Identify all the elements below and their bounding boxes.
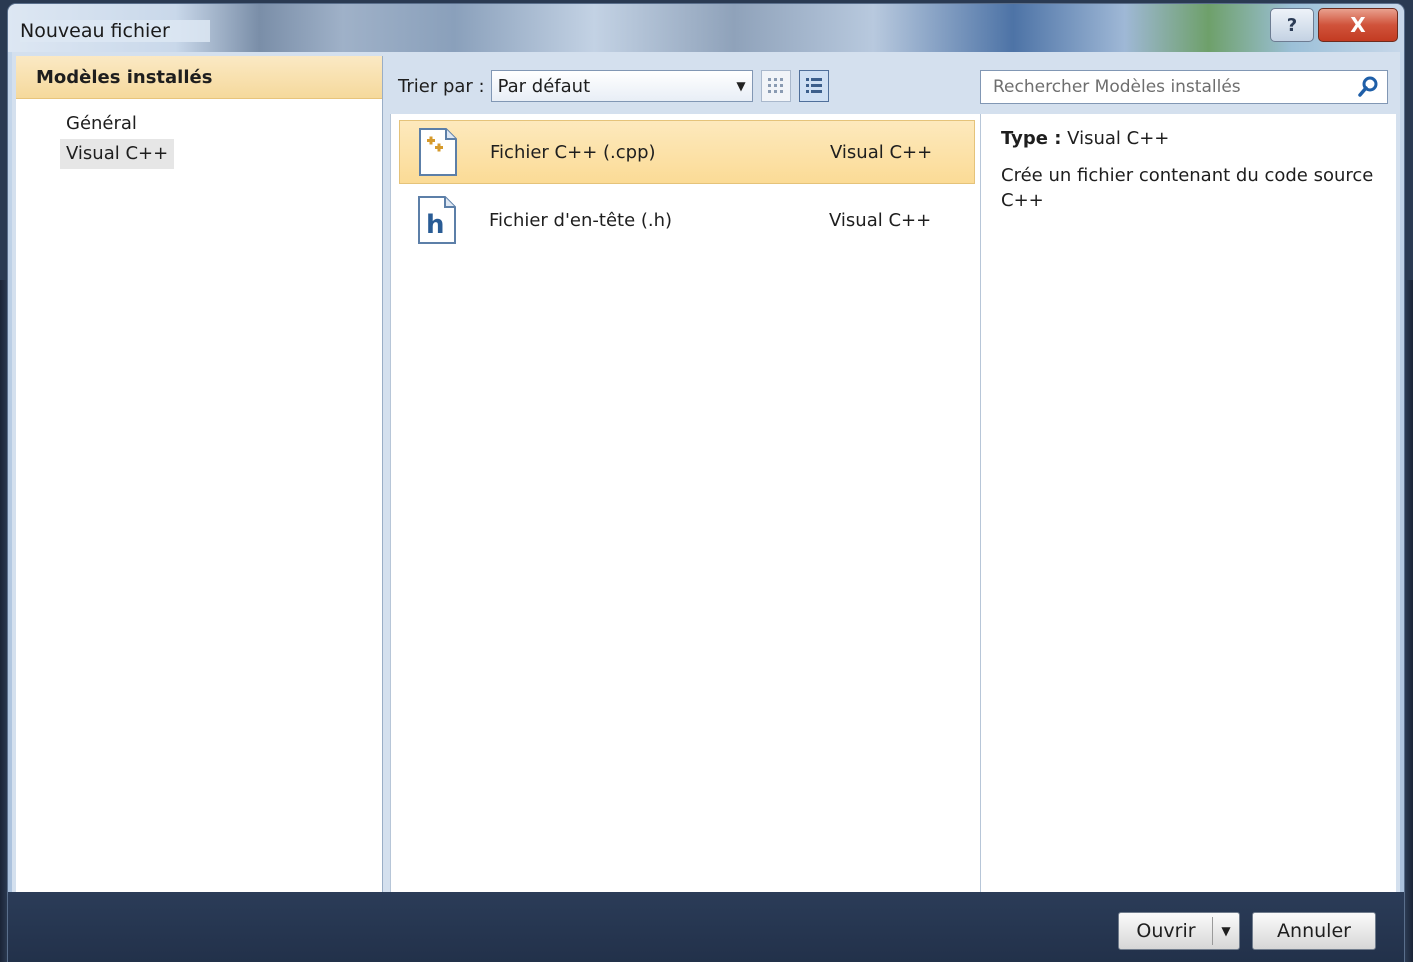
template-language: Visual C++: [829, 209, 932, 231]
template-details: Type : Visual C++ Crée un fichier conten…: [980, 114, 1396, 892]
list-view-icon: [805, 78, 822, 93]
dialog-footer: Ouvrir ▼ Annuler: [8, 892, 1404, 962]
window-title: Nouveau fichier: [20, 20, 210, 42]
small-icons-view-button[interactable]: [760, 70, 791, 102]
type-value: Visual C++: [1067, 128, 1170, 149]
search-icon[interactable]: [1357, 76, 1379, 98]
chevron-down-icon: ▼: [736, 79, 746, 93]
sort-value: Par défaut: [497, 75, 591, 97]
template-row-header[interactable]: h Fichier d'en-tête (.h) Visual C++: [399, 188, 975, 252]
new-file-dialog: Nouveau fichier ? X Modèles installés Gé…: [8, 4, 1404, 962]
type-line: Type : Visual C++: [1001, 128, 1376, 149]
sort-label: Trier par :: [398, 75, 485, 97]
template-description: Crée un fichier contenant du code source…: [1001, 165, 1374, 211]
search-input[interactable]: [991, 76, 1355, 98]
small-icons-view-icon: [767, 78, 783, 93]
open-dropdown-chevron-icon[interactable]: ▼: [1212, 917, 1239, 945]
help-icon: ?: [1286, 14, 1298, 36]
template-name: Fichier d'en-tête (.h): [489, 209, 673, 231]
search-box[interactable]: [980, 70, 1388, 104]
category-tree: Général Visual C++: [16, 99, 382, 169]
tree-item-general[interactable]: Général: [60, 109, 143, 139]
type-label: Type :: [1001, 128, 1062, 149]
close-button[interactable]: X: [1318, 8, 1398, 42]
header-file-icon: h: [417, 195, 457, 245]
sort-dropdown[interactable]: Par défaut ▼: [490, 70, 753, 102]
sort-toolbar: Trier par : Par défaut ▼: [390, 56, 964, 116]
list-view-button[interactable]: [798, 70, 829, 102]
close-icon: X: [1350, 13, 1366, 37]
tree-item-visual-cpp[interactable]: Visual C++: [60, 139, 175, 169]
open-label: Ouvrir: [1136, 920, 1196, 942]
installed-templates-pane: Modèles installés Général Visual C++: [16, 56, 383, 892]
dialog-body: Modèles installés Général Visual C++ Tri…: [12, 52, 1400, 892]
template-name: Fichier C++ (.cpp): [490, 141, 656, 163]
template-language: Visual C++: [830, 141, 933, 163]
open-button[interactable]: Ouvrir ▼: [1118, 912, 1240, 950]
title-bar[interactable]: Nouveau fichier ? X: [8, 4, 1404, 52]
help-button[interactable]: ?: [1270, 8, 1314, 42]
installed-templates-header: Modèles installés: [16, 56, 382, 99]
svg-text:h: h: [426, 210, 445, 240]
cpp-file-icon: [418, 127, 458, 177]
template-list: Fichier C++ (.cpp) Visual C++ h Fichier …: [390, 114, 981, 892]
template-row-cpp[interactable]: Fichier C++ (.cpp) Visual C++: [399, 120, 975, 184]
cancel-button[interactable]: Annuler: [1252, 912, 1376, 950]
